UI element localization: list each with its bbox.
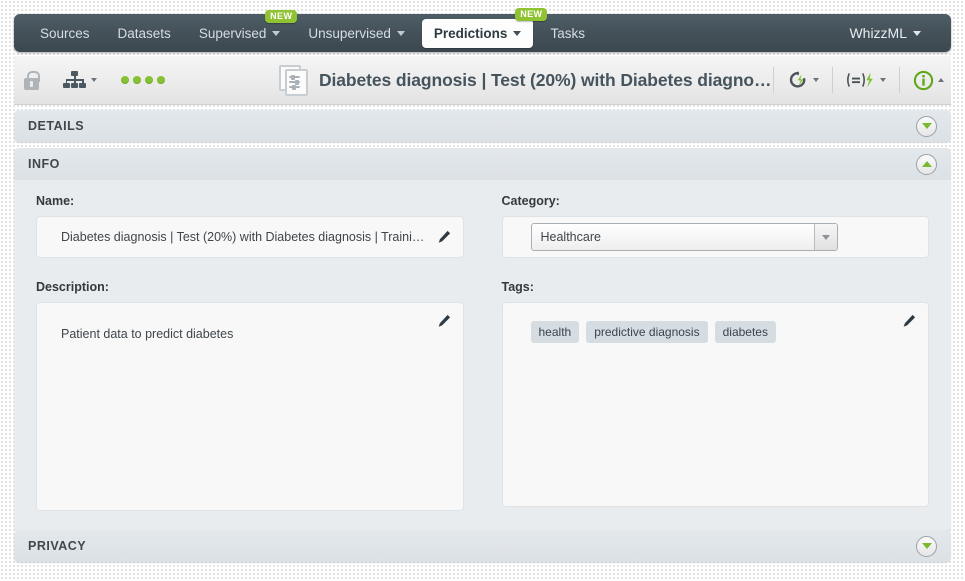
panel-details: DETAILS (14, 110, 951, 142)
panel-privacy-header[interactable]: PRIVACY (14, 530, 951, 562)
name-value: Diabetes diagnosis | Test (20%) with Dia… (61, 230, 429, 244)
chevron-up-icon[interactable] (916, 153, 937, 175)
nav-item-label: Tasks (550, 25, 585, 41)
panel-info-header[interactable]: INFO (14, 148, 951, 180)
batch-prediction-icon[interactable] (835, 65, 897, 95)
category-select[interactable]: Healthcare (530, 223, 838, 251)
panel-info: INFO Name: Diabetes diagnosis | Test (20… (14, 148, 951, 531)
top-navigation-bar: Sources Datasets Supervised NEW Unsuperv… (14, 7, 951, 52)
status-dot (133, 76, 141, 84)
chevron-down-icon[interactable] (813, 78, 820, 82)
status-dot (145, 76, 153, 84)
nav-item-label: Datasets (117, 25, 171, 41)
resource-title-group: Diabetes diagnosis | Test (20%) with Dia… (279, 65, 772, 96)
tag-item[interactable]: predictive diagnosis (586, 321, 708, 343)
nav-item-predictions[interactable]: Predictions NEW (421, 7, 548, 48)
info-left-column: Name: Diabetes diagnosis | Test (20%) wi… (36, 194, 464, 511)
chevron-down-icon[interactable] (813, 224, 837, 250)
new-badge: NEW (265, 9, 298, 23)
panel-details-title: DETAILS (28, 119, 85, 133)
description-label: Description: (36, 280, 109, 294)
description-value: Patient data to predict diabetes (61, 327, 234, 341)
chevron-down-icon[interactable] (880, 78, 887, 82)
pencil-glyph (438, 314, 450, 327)
chevron-up-icon[interactable] (938, 78, 945, 82)
nav-item-label: Predictions (433, 25, 508, 41)
title-bar-actions (771, 56, 955, 104)
pencil-icon[interactable] (437, 230, 451, 244)
prediction-document-icon (279, 65, 309, 96)
pencil-glyph (903, 314, 916, 327)
new-badge: NEW (515, 7, 548, 21)
nav-item-unsupervised[interactable]: Unsupervised (297, 20, 416, 47)
equals-bolt-glyph (847, 72, 874, 88)
tag-item[interactable]: diabetes (714, 321, 776, 343)
nav-primary-items: Sources Datasets Supervised NEW Unsuperv… (14, 7, 599, 52)
status-dot (121, 76, 129, 84)
recompute-icon[interactable] (776, 65, 830, 95)
chevron-down-icon (513, 30, 522, 36)
chevron-down-icon[interactable] (916, 535, 937, 557)
nav-item-tasks[interactable]: Tasks (539, 20, 596, 47)
nav-item-label: Sources (40, 25, 90, 41)
chevron-down-icon[interactable] (916, 115, 937, 137)
pencil-icon[interactable] (902, 314, 916, 328)
chevron-down-icon[interactable] (91, 78, 97, 82)
info-circle-glyph (914, 70, 934, 90)
toolbar-divider (773, 67, 775, 93)
toolbar-divider (832, 67, 834, 93)
nav-item-label: Supervised (198, 25, 267, 41)
toolbar-divider (899, 67, 901, 93)
chevron-down-icon (913, 30, 921, 36)
info-icon[interactable] (902, 65, 955, 95)
name-field[interactable]: Diabetes diagnosis | Test (20%) with Dia… (36, 216, 464, 258)
tags-field[interactable]: health predictive diagnosis diabetes (501, 302, 929, 507)
panel-info-body: Name: Diabetes diagnosis | Test (20%) wi… (14, 180, 951, 531)
panel-privacy: PRIVACY (14, 530, 951, 562)
description-field[interactable]: Patient data to predict diabetes (36, 302, 464, 511)
nav-item-whizzml[interactable]: WhizzML (838, 19, 932, 47)
nav-item-sources[interactable]: Sources (29, 20, 101, 47)
info-right-column: Category: Healthcare Tags: health predic… (501, 194, 929, 511)
nav-item-supervised[interactable]: Supervised NEW (188, 9, 298, 47)
resource-tree-group[interactable] (53, 56, 107, 104)
status-dots (121, 76, 165, 84)
chevron-down-icon (272, 30, 281, 36)
privacy-lock-group[interactable] (14, 56, 49, 104)
category-label: Category: (501, 194, 560, 208)
resource-title-bar: Diabetes diagnosis | Test (20%) with Dia… (14, 56, 951, 105)
nav-account-label: WhizzML (849, 25, 907, 41)
category-value: Healthcare (540, 230, 601, 244)
name-label: Name: (36, 194, 75, 208)
nav-account-area: WhizzML (835, 14, 951, 52)
chevron-down-icon (396, 30, 405, 36)
status-dots-group (111, 56, 175, 104)
pencil-glyph (438, 230, 450, 243)
nav-item-datasets[interactable]: Datasets (107, 20, 182, 47)
panel-details-header[interactable]: DETAILS (14, 110, 951, 142)
tag-item[interactable]: health (530, 321, 580, 343)
nav-item-label: Unsupervised (308, 25, 391, 41)
panel-privacy-title: PRIVACY (28, 539, 87, 553)
tag-list: health predictive diagnosis diabetes (530, 321, 895, 343)
category-field[interactable]: Healthcare (501, 216, 929, 258)
status-dot (157, 76, 165, 84)
pencil-icon[interactable] (437, 314, 451, 328)
panel-info-title: INFO (28, 157, 60, 171)
tags-label: Tags: (501, 280, 534, 294)
lock-icon[interactable] (24, 70, 40, 90)
page-title: Diabetes diagnosis | Test (20%) with Dia… (319, 69, 772, 90)
recycle-bolt-glyph (790, 71, 806, 88)
sitemap-icon[interactable] (63, 70, 87, 90)
